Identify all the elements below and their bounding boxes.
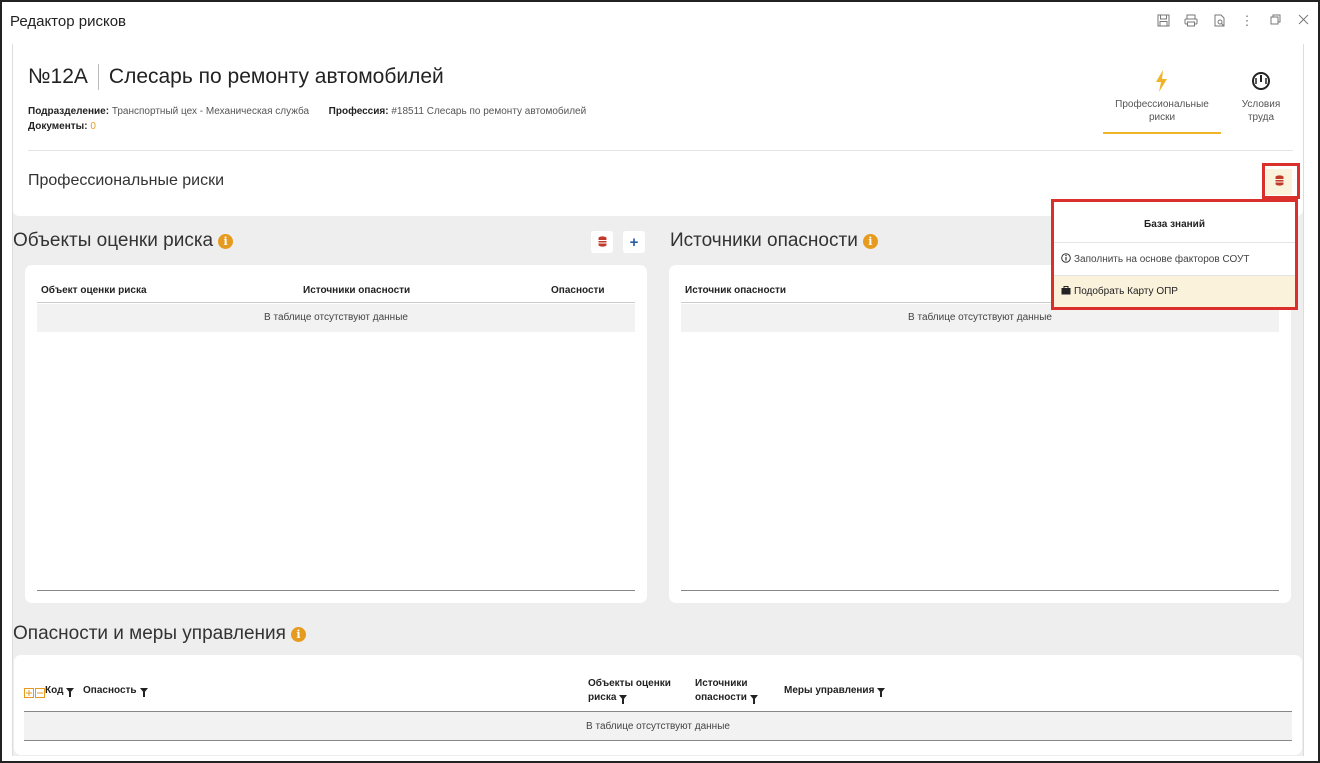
tab-label-line2: труда [1247,112,1275,123]
column-header-label: Меры управления [784,685,875,696]
header-card: №12А Слесарь по ремонту автомобилей Подр… [13,44,1303,216]
division-label: Подразделение: [28,106,110,117]
documents-label: Документы: [28,121,88,132]
empty-table-message: В таблице отсутствуют данные [24,712,1292,741]
measures-heading: Опасности и меры управления i [13,623,306,645]
info-circle-icon [1061,253,1071,266]
dropdown-title: База знаний [1144,219,1205,230]
table-header: Объект оценки риска Источники опасности … [37,285,635,303]
knowledge-base-dropdown: База знаний Заполнить на основе факторов… [1051,199,1298,310]
gauge-icon [1221,68,1301,94]
column-header[interactable]: Опасности [551,285,605,296]
save-icon[interactable] [1156,14,1170,28]
profession-value: #18511 Слесарь по ремонту автомобилей [391,106,587,117]
risk-objects-heading: Объекты оценки риска i [13,230,234,252]
collapse-all-icon[interactable] [35,685,45,703]
column-header-code[interactable]: Код [45,684,75,698]
risk-objects-database-button[interactable] [591,231,613,253]
close-icon[interactable] [1296,14,1310,28]
title-divider [97,64,99,90]
preview-icon[interactable] [1212,14,1226,28]
tab-working-conditions[interactable]: Условия труда [1221,68,1301,134]
highlight-frame [1262,163,1300,199]
view-tabs: Профессиональные риски Условия труда [1103,68,1301,134]
briefcase-icon [1061,285,1071,298]
table-bottom-line [37,590,635,591]
card-number: №12А [28,65,88,88]
dropdown-divider [1054,242,1295,243]
title-bar: Редактор рисков ⋮ [2,2,1318,42]
info-icon[interactable]: i [290,626,306,642]
column-header-risk-objects[interactable]: Объекты оценки риска [588,677,671,705]
add-risk-object-button[interactable]: + [623,231,645,253]
filter-icon[interactable] [619,694,628,704]
select-opr-card-menu-item[interactable]: Подобрать Карту ОПР [1054,276,1295,307]
header-divider [28,150,1293,151]
column-header[interactable]: Источник опасности [685,285,786,296]
measures-title: Опасности и меры управления [13,623,286,644]
table-bottom-line [681,590,1279,591]
fill-from-sout-menu-item[interactable]: Заполнить на основе факторов СОУТ [1061,253,1249,266]
filter-icon[interactable] [749,694,758,704]
risk-objects-table: Объект оценки риска Источники опасности … [25,265,647,603]
column-header-label: Объекты оценки [588,678,671,689]
documents-count-link[interactable]: 0 [90,121,96,132]
column-header-label: опасности [695,692,747,703]
column-header-label: риска [588,692,617,703]
tab-label-line2: риски [1148,112,1176,123]
info-icon[interactable]: i [218,233,234,249]
lightning-icon [1103,68,1221,94]
filter-icon[interactable] [66,687,75,697]
tab-label-line1: Условия [1241,99,1281,110]
column-header-label: Код [45,685,64,696]
profession-label: Профессия: [328,106,389,117]
column-header-label: Источники [695,678,748,689]
risk-editor-window: Редактор рисков ⋮ №12А Слесарь по ремонт… [0,0,1320,763]
restore-window-icon[interactable] [1268,14,1282,28]
column-header-label: Опасность [83,685,137,696]
measures-table: Код Опасность Объекты оценки риска Источ… [14,655,1302,755]
window-title: Редактор рисков [10,13,127,30]
column-header-measures[interactable]: Меры управления [784,684,886,698]
window-controls: ⋮ [1156,14,1310,28]
expand-all-icon[interactable] [24,685,34,703]
profession-title: Слесарь по ремонту автомобилей [108,65,444,88]
division-value: Транспортный цех - Механическая служба [111,106,310,117]
column-header[interactable]: Объект оценки риска [41,285,147,296]
tab-professional-risks[interactable]: Профессиональные риски [1103,68,1221,134]
column-header[interactable]: Источники опасности [303,285,410,296]
content-area: №12А Слесарь по ремонту автомобилей Подр… [12,44,1304,756]
filter-icon[interactable] [877,687,886,697]
filter-icon[interactable] [139,687,148,697]
menu-item-label: Заполнить на основе факторов СОУТ [1074,254,1250,265]
page-title: №12А Слесарь по ремонту автомобилей [28,64,444,90]
tab-label-line1: Профессиональные [1115,99,1209,110]
hazard-sources-heading: Источники опасности i [670,230,878,252]
meta-info: Подразделение: Транспортный цех - Механи… [28,104,586,134]
print-icon[interactable] [1184,14,1198,28]
expand-collapse-controls [24,685,45,703]
hazard-sources-table: Источник опасности В таблице отсутствуют… [669,265,1291,603]
risk-objects-title: Объекты оценки риска [13,230,214,251]
empty-table-message: В таблице отсутствуют данные [37,304,635,332]
more-vertical-icon[interactable]: ⋮ [1240,14,1254,28]
database-icon [598,234,607,251]
section-title: Профессиональные риски [28,172,225,189]
column-header-hazard[interactable]: Опасность [83,684,148,698]
menu-item-label: Подобрать Карту ОПР [1074,286,1178,297]
column-header-hazard-sources[interactable]: Источники опасности [695,677,758,705]
info-icon[interactable]: i [862,233,878,249]
hazard-sources-title: Источники опасности [670,230,858,251]
